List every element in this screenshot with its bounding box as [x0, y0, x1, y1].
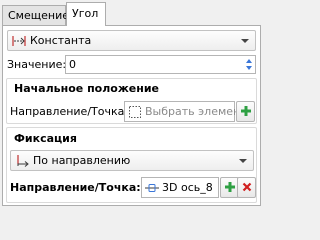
start-direction-placeholder: Выбрать элемент — [145, 105, 247, 118]
chevron-down-icon — [239, 159, 247, 163]
fixation-group: Фиксация По направлению Направление/Точк… — [6, 127, 257, 203]
remove-fix-button[interactable] — [237, 177, 256, 198]
angle-constant-icon — [12, 34, 26, 48]
fix-direction-picker[interactable]: 3D ось_8 — [141, 177, 219, 198]
mode-combo[interactable]: Константа — [7, 30, 256, 51]
start-direction-picker[interactable]: Выбрать элемент — [124, 101, 247, 122]
direction-arrow-icon — [15, 154, 29, 168]
fixation-mode-combo[interactable]: По направлению — [10, 150, 254, 171]
plus-icon — [225, 182, 235, 192]
tab-angle[interactable]: Угол — [66, 2, 106, 26]
tab-offset[interactable]: Смещение — [2, 5, 69, 25]
value-input[interactable]: 0 — [69, 58, 76, 71]
angle-panel: Константа Значение: 0 Начальное положени… — [2, 25, 261, 206]
start-position-group: Начальное положение Направление/Точка: В… — [6, 78, 257, 124]
plus-icon — [241, 106, 251, 116]
value-spinbox[interactable]: 0 — [65, 55, 256, 74]
spin-up-icon[interactable] — [246, 59, 252, 63]
axis-icon — [145, 181, 159, 195]
fixation-title: Фиксация — [14, 132, 77, 145]
spin-down-icon[interactable] — [246, 66, 252, 70]
add-start-button[interactable] — [236, 101, 255, 122]
fixation-mode-value: По направлению — [33, 154, 131, 167]
chevron-down-icon — [241, 39, 249, 43]
start-position-title: Начальное положение — [14, 82, 160, 95]
dotted-select-icon — [128, 105, 142, 119]
fix-direction-label: Направление/Точка: — [10, 181, 141, 194]
fix-direction-value: 3D ось_8 — [162, 181, 213, 194]
mode-combo-value: Константа — [30, 34, 92, 47]
value-label: Значение: — [7, 58, 67, 71]
start-direction-label: Направление/Точка: — [10, 105, 129, 118]
delete-icon — [242, 182, 252, 192]
tab-bar: Смещение Угол — [0, 0, 264, 26]
